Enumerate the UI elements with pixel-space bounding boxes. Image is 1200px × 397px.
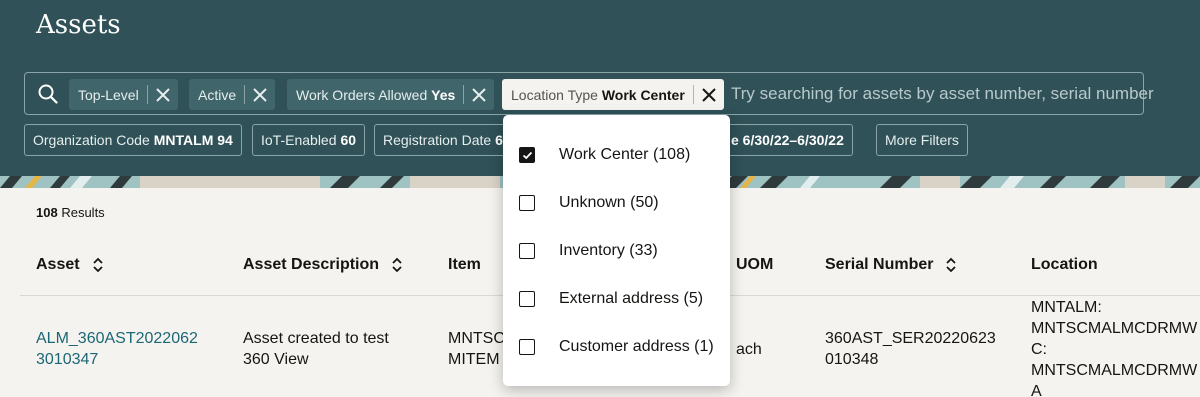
checkbox[interactable] [519, 195, 535, 211]
page-title: Assets [36, 10, 121, 40]
option-customer-address[interactable]: Customer address (1) [503, 323, 730, 371]
filter-chip-top-level[interactable]: Top-Level [69, 79, 178, 110]
results-count: 108 Results [36, 205, 105, 220]
filter-value: 60 [340, 132, 357, 148]
column-header-asset[interactable]: Asset [36, 256, 104, 274]
close-icon[interactable] [148, 79, 178, 110]
column-header-asset-description[interactable]: Asset Description [243, 256, 403, 274]
checkbox[interactable] [519, 291, 535, 307]
checkbox[interactable] [519, 243, 535, 259]
column-header-uom[interactable]: UOM [736, 256, 773, 274]
filter-chip-work-orders-allowed[interactable]: Work Orders Allowed Yes [287, 79, 495, 110]
filter-iot-enabled[interactable]: IoT-Enabled 60 [252, 124, 366, 156]
column-header-location[interactable]: Location [1031, 256, 1098, 274]
filter-value: e 6/30/22–6/30/22 [731, 132, 844, 148]
checkbox[interactable] [519, 339, 535, 355]
sort-icon[interactable] [92, 257, 104, 273]
chip-value: Work Center [601, 86, 685, 103]
column-header-serial-number[interactable]: Serial Number [825, 256, 957, 274]
filter-chip-location-type[interactable]: Location Type Work Center [502, 79, 724, 110]
search-icon[interactable] [37, 83, 59, 105]
chip-label: Top-Level [78, 86, 139, 103]
option-label: Customer address (1) [559, 338, 714, 355]
asset-description-cell: Asset created to test 360 View [243, 330, 389, 368]
asset-link[interactable]: ALM_360AST2022062 3010347 [36, 328, 198, 370]
chip-label: Location Type [511, 86, 598, 103]
search-bar[interactable]: Top-Level Active Work Orders Allowed Yes… [24, 72, 1154, 115]
chip-value: Yes [431, 86, 456, 103]
filter-label: IoT-Enabled [261, 132, 337, 148]
filter-label: Organization Code [33, 132, 150, 148]
location-type-dropdown: Work Center (108) Unknown (50) Inventory… [503, 115, 730, 386]
location-cell: MNTALM: MNTSCMALMCDRMW C: MNTSCMALMCDRMW… [1031, 299, 1198, 397]
filter-chip-active[interactable]: Active [189, 79, 276, 110]
option-label: Work Center (108) [559, 146, 691, 163]
option-label: Unknown (50) [559, 194, 659, 211]
checkbox-checked[interactable] [519, 147, 535, 163]
search-input[interactable]: Try searching for assets by asset number… [731, 84, 1154, 104]
filter-value: MNTALM 94 [153, 132, 233, 148]
close-icon[interactable] [245, 79, 275, 110]
chip-label: Work Orders Allowed [296, 86, 428, 103]
sort-icon[interactable] [945, 257, 957, 273]
serial-number-cell: 360AST_SER20220623 010348 [825, 330, 996, 368]
filter-label: Registration Date [383, 132, 492, 148]
filter-value: 6 [495, 132, 503, 148]
filter-organization-code[interactable]: Organization Code MNTALM 94 [24, 124, 242, 156]
filter-registration-date[interactable]: Registration Date 6 [374, 124, 514, 156]
chip-label: Active [198, 86, 237, 103]
column-header-item[interactable]: Item [448, 256, 481, 274]
uom-cell: ach [736, 341, 762, 358]
item-cell: MNTSC MITEM [448, 330, 505, 368]
option-label: Inventory (33) [559, 242, 658, 259]
filter-label: More Filters [885, 132, 959, 148]
option-inventory[interactable]: Inventory (33) [503, 227, 730, 275]
option-external-address[interactable]: External address (5) [503, 275, 730, 323]
more-filters-button[interactable]: More Filters [876, 124, 968, 156]
close-icon[interactable] [464, 79, 494, 110]
option-unknown[interactable]: Unknown (50) [503, 179, 730, 227]
close-icon[interactable] [694, 79, 724, 110]
option-work-center[interactable]: Work Center (108) [503, 131, 730, 179]
option-label: External address (5) [559, 290, 704, 307]
sort-icon[interactable] [391, 257, 403, 273]
